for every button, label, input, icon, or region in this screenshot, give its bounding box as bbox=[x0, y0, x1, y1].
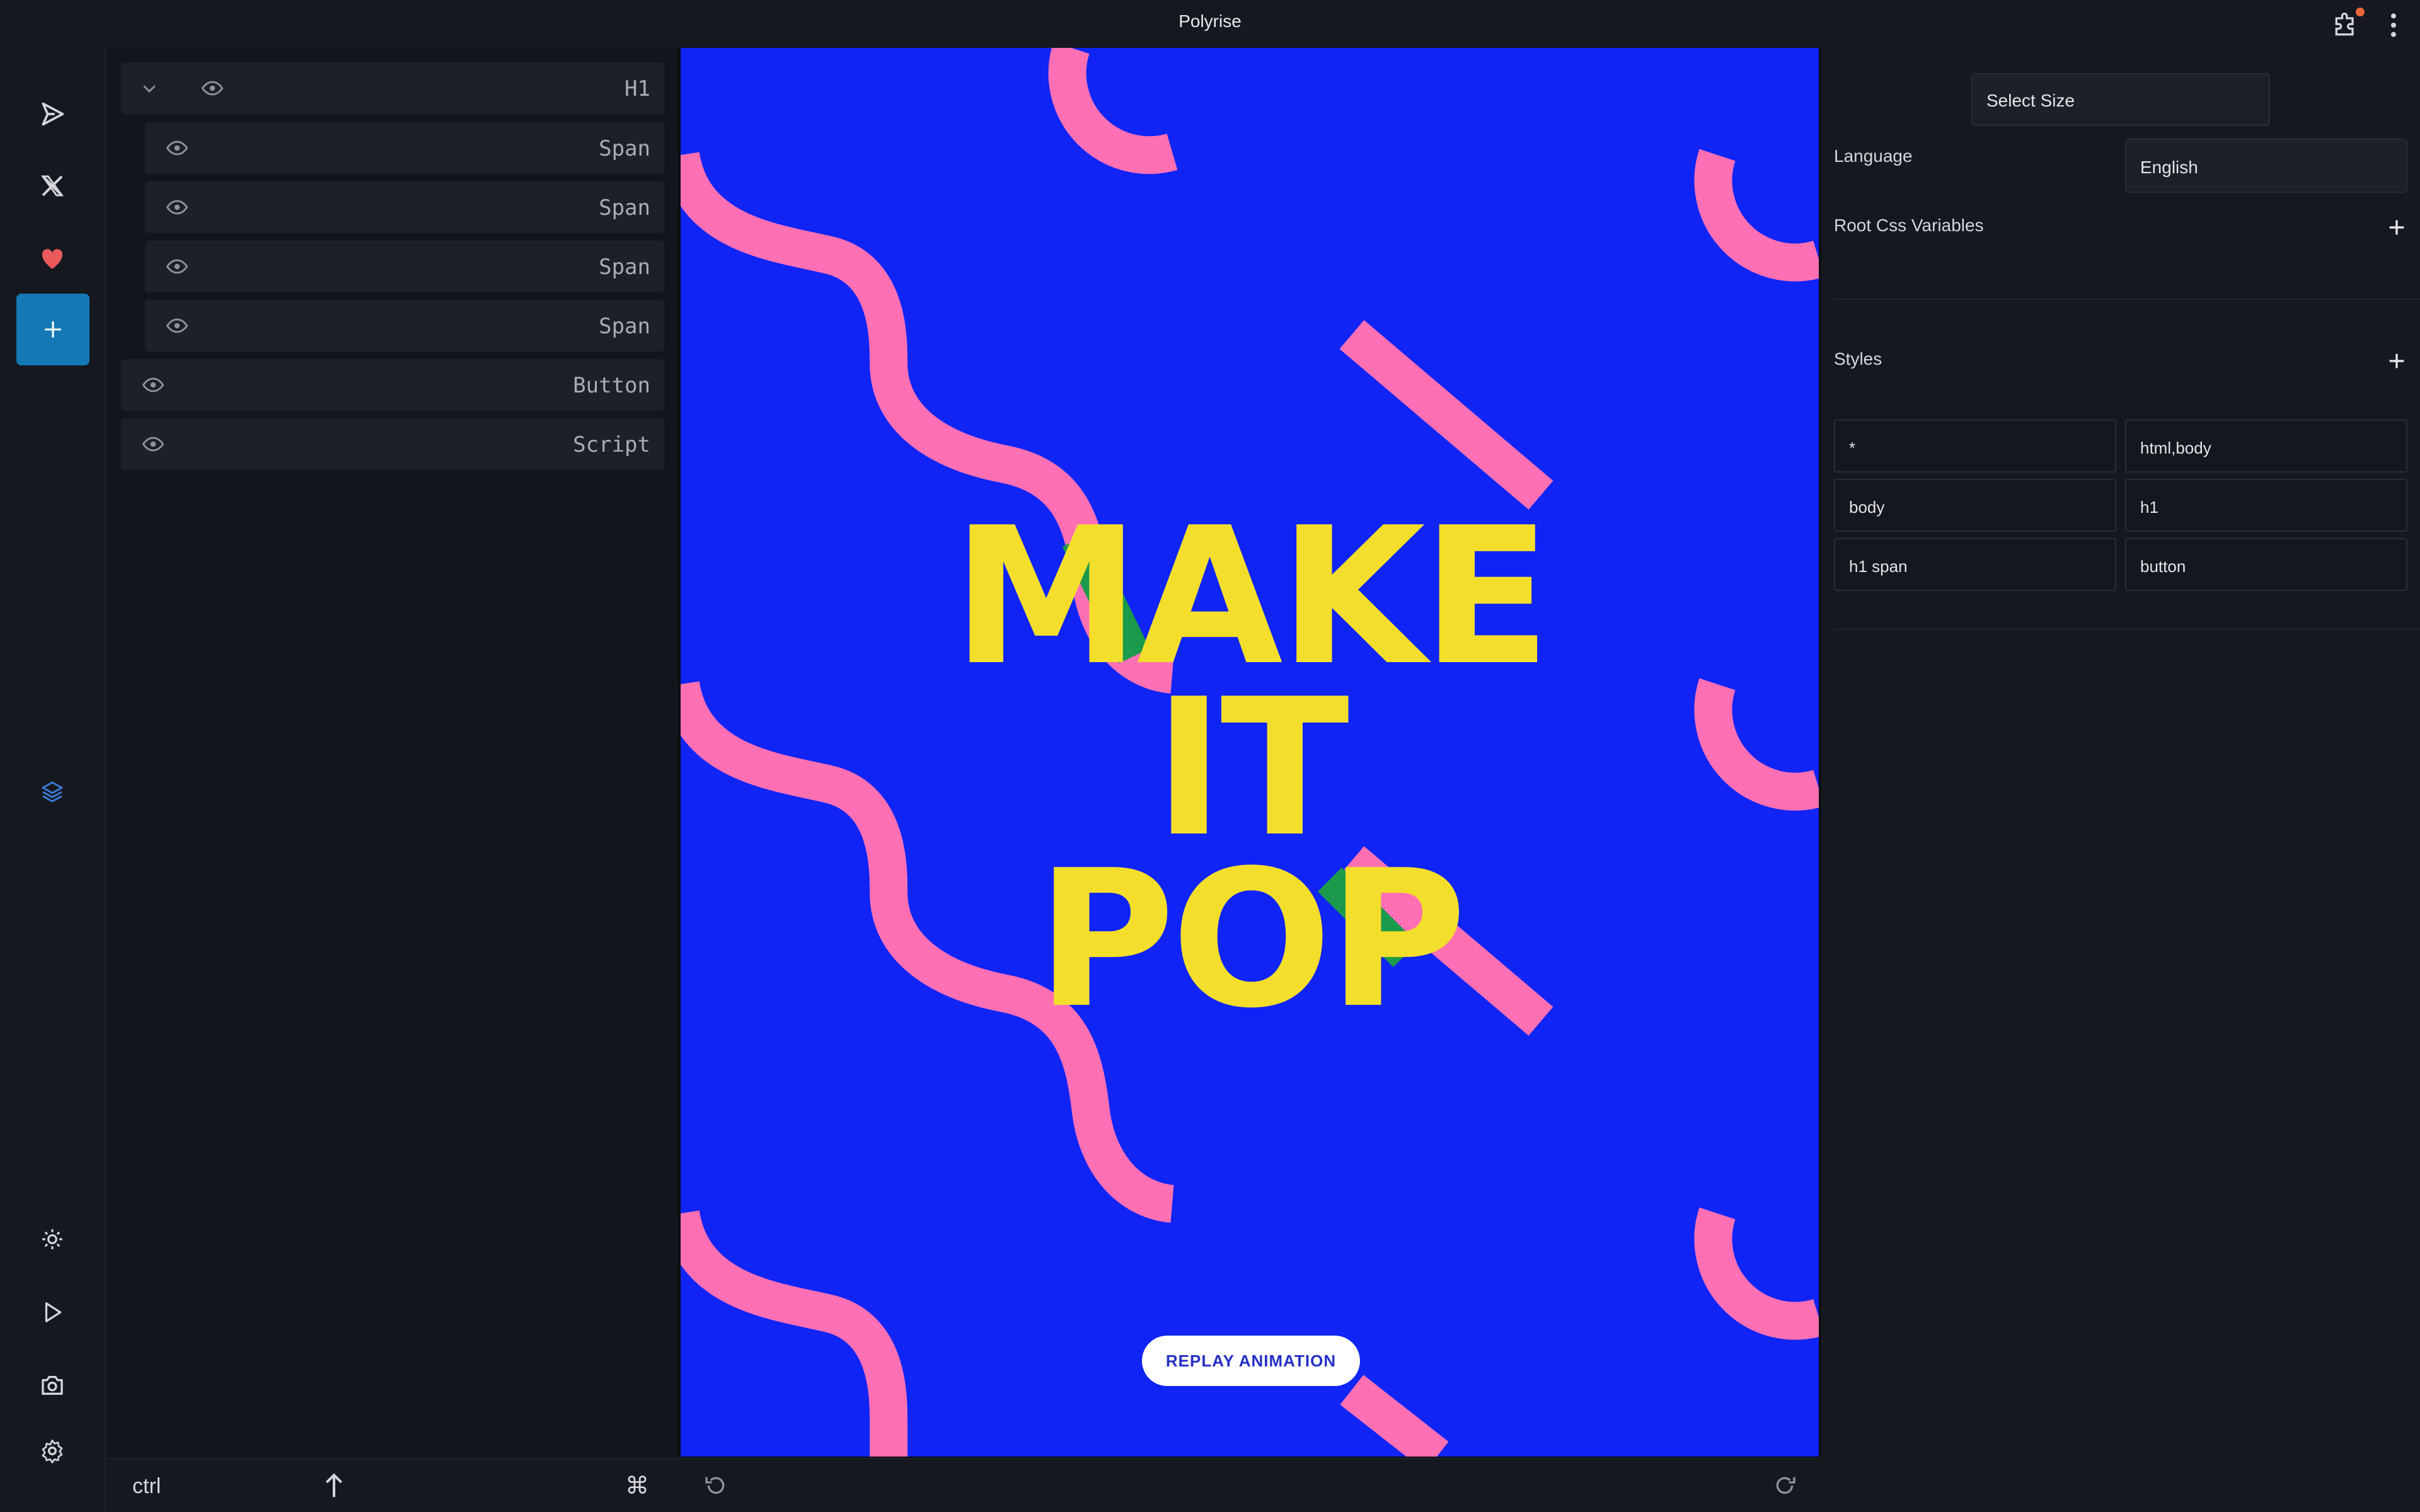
ctrl-key-label[interactable]: ctrl bbox=[132, 1474, 161, 1499]
icon-rail bbox=[0, 48, 106, 1512]
visibility-eye-icon[interactable] bbox=[166, 316, 188, 335]
camera-icon[interactable] bbox=[37, 1370, 68, 1401]
layer-item-span[interactable]: Span bbox=[145, 122, 664, 174]
style-selector-body[interactable]: body bbox=[1834, 479, 2116, 532]
title-bar: Polyrise bbox=[0, 0, 2420, 48]
visibility-eye-icon[interactable] bbox=[202, 79, 223, 98]
send-icon[interactable] bbox=[37, 98, 68, 130]
language-select[interactable]: English bbox=[2125, 139, 2407, 193]
play-icon[interactable] bbox=[37, 1297, 68, 1328]
x-logo-icon[interactable] bbox=[37, 170, 68, 202]
style-selector-h1[interactable]: h1 bbox=[2125, 479, 2407, 532]
root-css-variables-label: Root Css Variables bbox=[1834, 215, 1984, 235]
headline-line-3: POP bbox=[1036, 830, 1467, 1050]
layer-item-script[interactable]: Script bbox=[121, 418, 664, 470]
style-selector-universal[interactable]: * bbox=[1834, 420, 2116, 472]
layer-item-button[interactable]: Button bbox=[121, 359, 664, 411]
settings-icon[interactable] bbox=[37, 1435, 68, 1467]
notification-dot bbox=[2356, 8, 2365, 16]
layer-label: Span bbox=[599, 255, 650, 280]
layer-label: Script bbox=[573, 432, 650, 457]
shift-arrow-up-icon[interactable] bbox=[321, 1472, 347, 1499]
sun-icon[interactable] bbox=[37, 1223, 68, 1255]
extensions-icon[interactable] bbox=[2332, 11, 2360, 39]
layers-panel: H1 Span Span Span Span Button Script bbox=[107, 48, 678, 1458]
history-bar bbox=[678, 1458, 1821, 1512]
layer-item-span[interactable]: Span bbox=[145, 241, 664, 292]
layer-item-span[interactable]: Span bbox=[145, 300, 664, 352]
layer-label: Span bbox=[599, 195, 650, 220]
preview-canvas[interactable]: MAKE IT POP REPLAY ANIMATION bbox=[681, 48, 1819, 1457]
undo-icon[interactable] bbox=[703, 1473, 729, 1498]
style-selector-html-body[interactable]: html,body bbox=[2125, 420, 2407, 472]
layers-icon[interactable] bbox=[37, 776, 68, 808]
visibility-eye-icon[interactable] bbox=[142, 375, 164, 394]
more-menu-icon[interactable] bbox=[2388, 11, 2399, 39]
section-divider bbox=[1834, 629, 2420, 630]
properties-panel: Select Size Language English Root Css Va… bbox=[1821, 48, 2420, 1512]
plus-icon bbox=[45, 321, 61, 338]
style-selector-button[interactable]: button bbox=[2125, 538, 2407, 591]
layer-item-span[interactable]: Span bbox=[145, 181, 664, 233]
layer-label: H1 bbox=[625, 76, 650, 101]
command-key-icon[interactable]: ⌘ bbox=[625, 1472, 649, 1500]
visibility-eye-icon[interactable] bbox=[166, 139, 188, 158]
layer-label: Span bbox=[599, 136, 650, 161]
language-label: Language bbox=[1834, 146, 1913, 166]
visibility-eye-icon[interactable] bbox=[166, 198, 188, 217]
preview-area: MAKE IT POP REPLAY ANIMATION bbox=[678, 48, 1821, 1458]
keyboard-hints-bar: ctrl ⌘ bbox=[107, 1458, 678, 1512]
visibility-eye-icon[interactable] bbox=[166, 257, 188, 276]
add-style-icon[interactable] bbox=[2386, 350, 2407, 372]
visibility-eye-icon[interactable] bbox=[142, 435, 164, 454]
app-title: Polyrise bbox=[1178, 11, 1242, 31]
layer-label: Button bbox=[573, 373, 650, 398]
select-size-dropdown[interactable]: Select Size bbox=[1971, 73, 2270, 126]
chevron-down-icon[interactable] bbox=[140, 79, 159, 98]
section-divider bbox=[1834, 299, 2420, 300]
layer-item-h1[interactable]: H1 bbox=[121, 62, 664, 114]
styles-label: Styles bbox=[1834, 349, 1882, 369]
style-selector-h1-span[interactable]: h1 span bbox=[1834, 538, 2116, 591]
add-css-variable-icon[interactable] bbox=[2386, 217, 2407, 238]
layer-label: Span bbox=[599, 314, 650, 339]
heart-icon[interactable] bbox=[37, 243, 68, 275]
replay-animation-button[interactable]: REPLAY ANIMATION bbox=[1142, 1336, 1360, 1386]
add-element-button[interactable] bbox=[16, 294, 89, 365]
redo-icon[interactable] bbox=[1772, 1473, 1797, 1498]
